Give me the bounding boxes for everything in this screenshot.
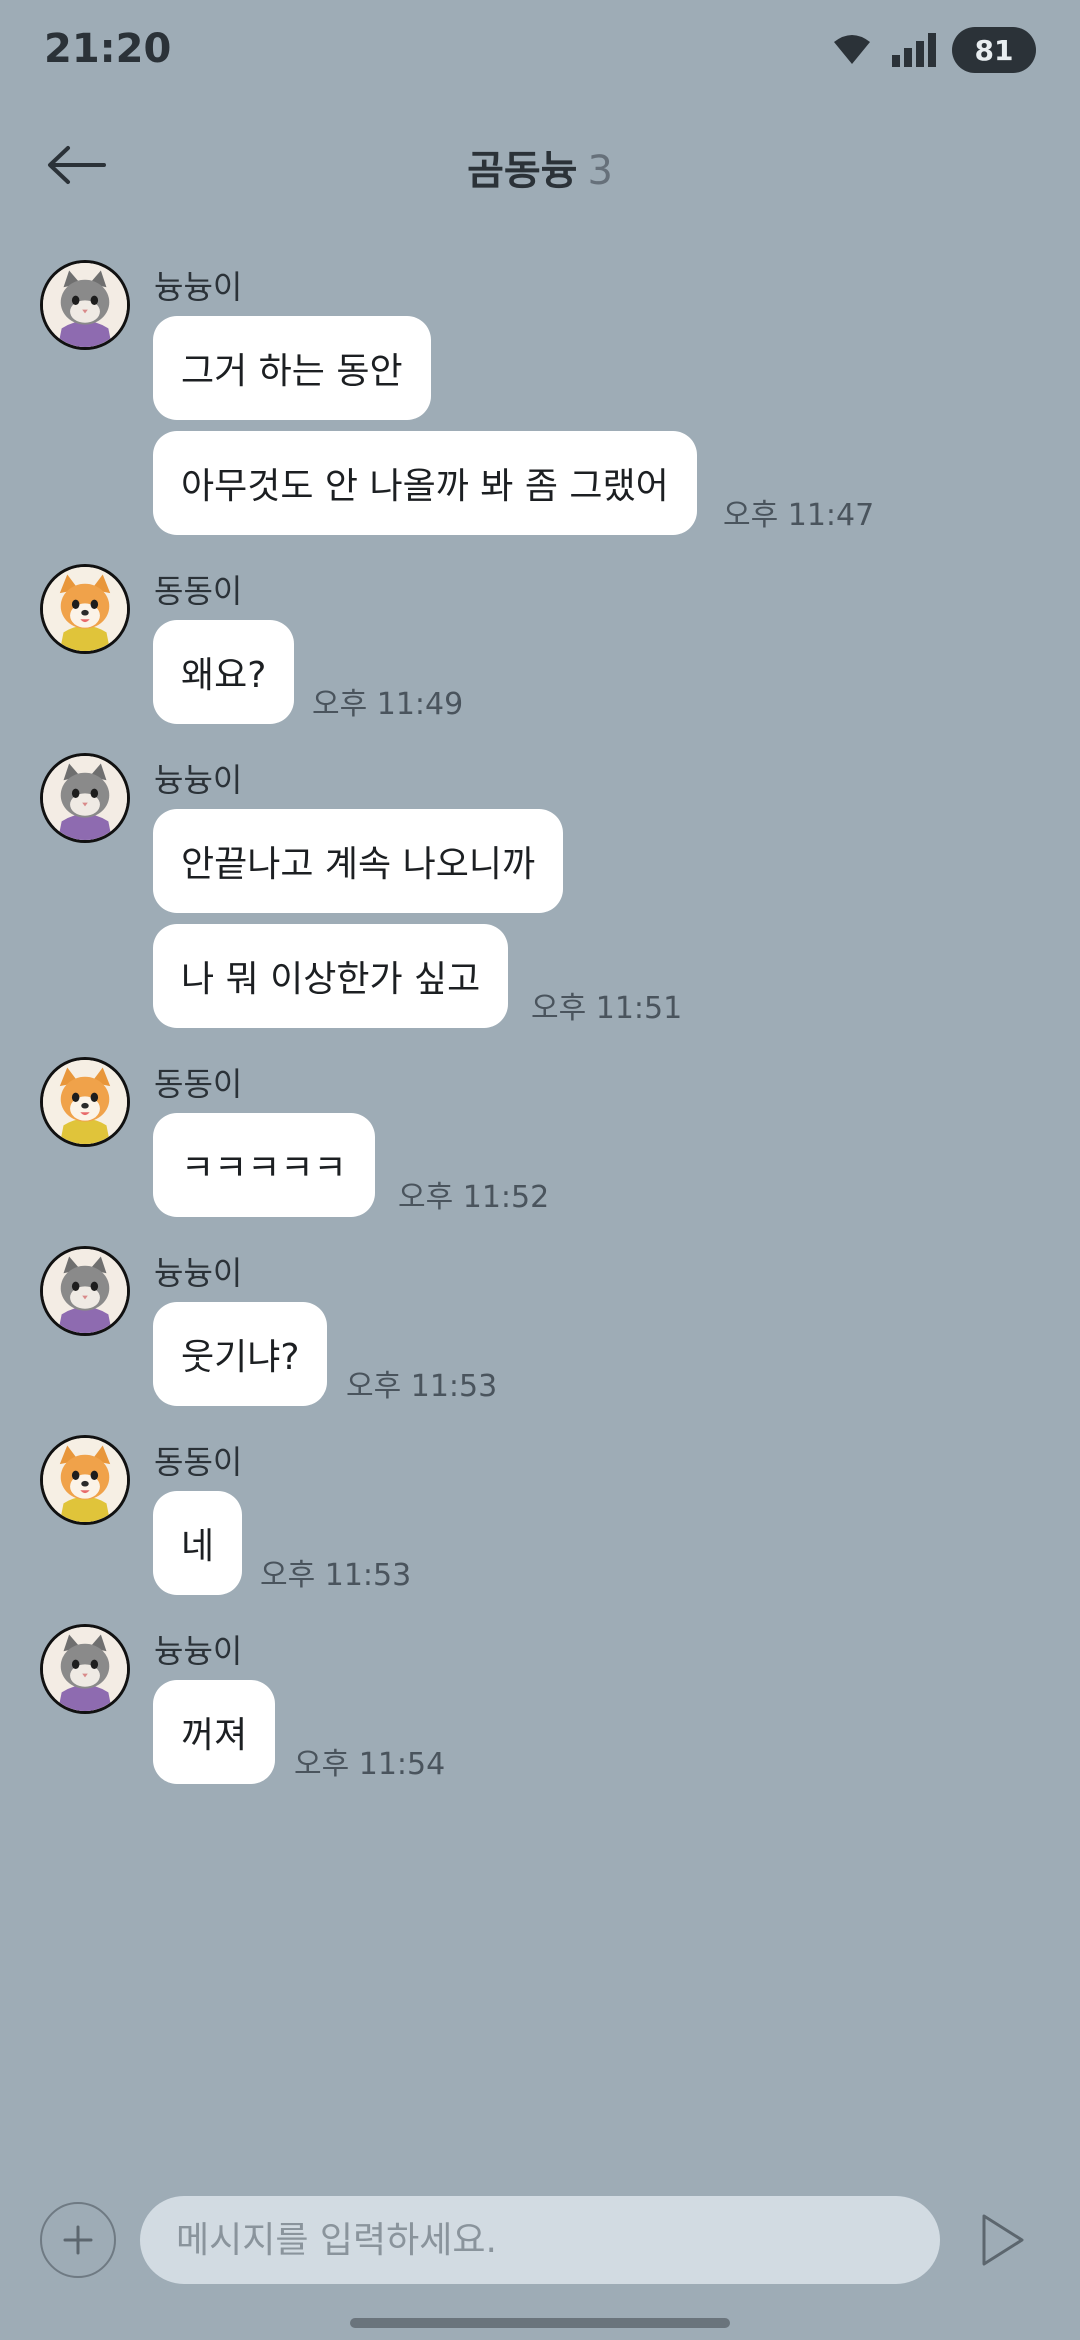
dog-avatar-icon	[43, 567, 127, 651]
avatar-cat[interactable]	[40, 753, 130, 843]
home-indicator	[350, 2318, 730, 2328]
avatar-cat[interactable]	[40, 260, 130, 350]
sender-name: 늉늉이	[154, 268, 243, 306]
dog-avatar-icon	[43, 1060, 127, 1144]
battery-indicator: 81	[952, 27, 1036, 73]
cat-avatar-icon	[43, 756, 127, 840]
message-time: 오후 11:53	[260, 1558, 412, 1593]
message-bubble[interactable]: 나 뭐 이상한가 싶고	[153, 924, 509, 1028]
message-bubble[interactable]: 네	[153, 1491, 243, 1595]
chat-room-name: 곰동늉	[467, 148, 578, 194]
message-input[interactable]	[140, 2196, 940, 2284]
message-bubble[interactable]: 꺼져	[153, 1680, 276, 1784]
message-time: 오후 11:47	[723, 498, 875, 533]
avatar-cat[interactable]	[40, 1624, 130, 1714]
plus-icon	[63, 2225, 93, 2255]
message-time: 오후 11:51	[531, 991, 683, 1026]
avatar-dog[interactable]	[40, 1057, 130, 1147]
avatar-dog[interactable]	[40, 564, 130, 654]
member-count: 3	[587, 148, 613, 194]
status-icons: 81	[832, 26, 1036, 74]
message-bubble[interactable]: 웃기냐?	[153, 1302, 328, 1406]
add-attachment-button[interactable]	[40, 2202, 116, 2278]
signal-icon	[892, 33, 936, 67]
sender-name: 늉늉이	[154, 1254, 243, 1292]
message-time: 오후 11:54	[294, 1747, 446, 1782]
message-bubble[interactable]: 왜요?	[153, 620, 295, 724]
message-time: 오후 11:49	[312, 687, 464, 722]
sender-name: 늉늉이	[154, 1632, 243, 1670]
avatar-cat[interactable]	[40, 1246, 130, 1336]
message-bubble[interactable]: 안끝나고 계속 나오니까	[153, 809, 564, 913]
cat-avatar-icon	[43, 1249, 127, 1333]
sender-name: 동동이	[154, 1065, 243, 1103]
sender-name: 늉늉이	[154, 761, 243, 799]
sender-name: 동동이	[154, 1443, 243, 1481]
wifi-icon	[834, 35, 870, 64]
chat-header: 곰동늉 3	[0, 120, 1080, 210]
send-icon[interactable]	[978, 2210, 1028, 2270]
status-time: 21:20	[44, 26, 172, 72]
message-time: 오후 11:52	[398, 1180, 550, 1215]
avatar-dog[interactable]	[40, 1435, 130, 1525]
message-bubble[interactable]: 그거 하는 동안	[153, 316, 431, 420]
message-bubble[interactable]: ㅋㅋㅋㅋㅋ	[153, 1113, 375, 1217]
cat-avatar-icon	[43, 1627, 127, 1711]
dog-avatar-icon	[43, 1438, 127, 1522]
message-time: 오후 11:53	[346, 1369, 498, 1404]
message-bubble[interactable]: 아무것도 안 나올까 봐 좀 그랬어	[153, 431, 697, 535]
message-input-bar	[0, 2190, 1080, 2300]
chat-title: 곰동늉 3	[0, 138, 1080, 196]
sender-name: 동동이	[154, 572, 243, 610]
status-bar: 21:20 81	[0, 0, 1080, 110]
cat-avatar-icon	[43, 263, 127, 347]
